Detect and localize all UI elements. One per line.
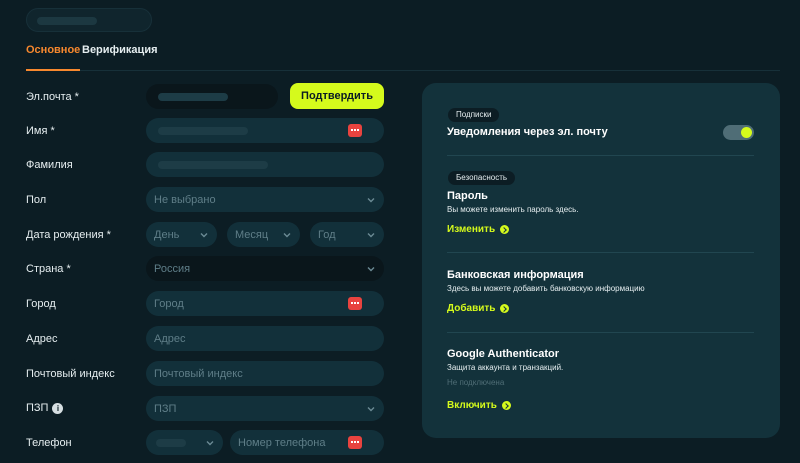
phone-number-input[interactable]: Номер телефона [230,430,384,455]
chevron-down-icon [366,264,376,274]
chevron-down-icon [199,230,209,240]
google-auth-desc: Защита аккаунта и транзакций. [447,363,564,372]
enable-google-auth-link[interactable]: Включить [447,400,511,411]
phone-placeholder: Номер телефона [238,436,326,449]
birth-month-select[interactable]: Месяц [227,222,300,247]
google-auth-status: Не подключена [447,378,505,387]
chevron-down-icon [366,195,376,205]
arrow-right-icon [501,401,511,410]
email-field[interactable] [146,84,278,109]
bank-info-desc: Здесь вы можете добавить банковскую инфо… [447,284,645,293]
birth-day-value: День [154,228,180,241]
last-name-field[interactable] [146,152,384,177]
postal-placeholder: Почтовый индекс [154,367,243,380]
postal-input[interactable]: Почтовый индекс [146,361,384,386]
blurred-username [37,17,97,25]
first-name-label: Имя * [26,125,55,137]
city-label: Город [26,298,56,310]
first-name-field[interactable] [146,118,384,143]
google-auth-title: Google Authenticator [447,348,560,360]
chevron-down-icon [205,438,215,448]
phone-code-select[interactable] [146,430,223,455]
pzp-label-text: ПЗП [26,402,49,414]
change-password-label: Изменить [447,224,496,235]
divider [447,252,754,253]
gender-value: Не выбрано [154,193,216,206]
email-notifications-title: Уведомления через эл. почту [447,126,608,138]
password-title: Пароль [447,190,488,202]
arrow-right-icon [500,225,510,234]
arrow-right-icon [500,304,510,313]
country-label: Страна * [26,263,71,275]
gender-select[interactable]: Не выбрано [146,187,384,212]
email-label: Эл.почта * [26,91,79,103]
bank-info-title: Банковская информация [447,269,584,281]
chevron-down-icon [282,230,292,240]
country-value: Россия [154,262,191,275]
password-desc: Вы можете изменить пароль здесь. [447,205,579,214]
enable-google-auth-label: Включить [447,400,497,411]
country-select[interactable]: Россия [146,256,384,281]
keyboard-warning-icon [348,297,362,310]
divider [447,155,754,156]
address-label: Адрес [26,333,58,345]
postal-label: Почтовый индекс [26,368,115,380]
gender-label: Пол [26,194,47,206]
add-bank-info-label: Добавить [447,303,496,314]
blurred-last-name [158,160,268,169]
birth-day-select[interactable]: День [146,222,217,247]
tab-main[interactable]: Основное [26,44,81,71]
pzp-value: ПЗП [154,402,177,415]
email-notifications-toggle[interactable] [723,125,754,140]
chevron-down-icon [366,404,376,414]
add-bank-info-link[interactable]: Добавить [447,303,510,314]
pzp-label: ПЗП i [26,401,64,415]
birthdate-label: Дата рождения * [26,229,111,241]
change-password-link[interactable]: Изменить [447,224,510,235]
tab-verification[interactable]: Верификация [82,44,158,64]
blurred-email [158,92,228,101]
profile-tabs: Основное Верификация [26,44,780,71]
subscriptions-badge: Подписки [448,108,500,122]
last-name-label: Фамилия [26,159,73,171]
blurred-first-name [158,126,248,135]
birth-month-value: Месяц [235,228,269,241]
security-badge: Безопасность [448,171,516,185]
birth-year-value: Год [318,228,336,241]
keyboard-warning-icon [348,124,362,137]
pzp-select[interactable]: ПЗП [146,396,384,421]
toggle-knob [741,127,752,138]
confirm-email-button[interactable]: Подтвердить [290,83,384,109]
chevron-down-icon [366,230,376,240]
divider [447,332,754,333]
address-placeholder: Адрес [154,332,186,345]
city-input[interactable]: Город [146,291,384,316]
address-input[interactable]: Адрес [146,326,384,351]
birth-year-select[interactable]: Год [310,222,384,247]
phone-label: Телефон [26,437,72,449]
keyboard-warning-icon [348,436,362,449]
user-pill[interactable] [26,8,152,32]
settings-panel: Подписки Уведомления через эл. почту Без… [422,83,780,438]
blurred-phone-code [156,438,186,447]
info-icon[interactable]: i [52,402,64,414]
